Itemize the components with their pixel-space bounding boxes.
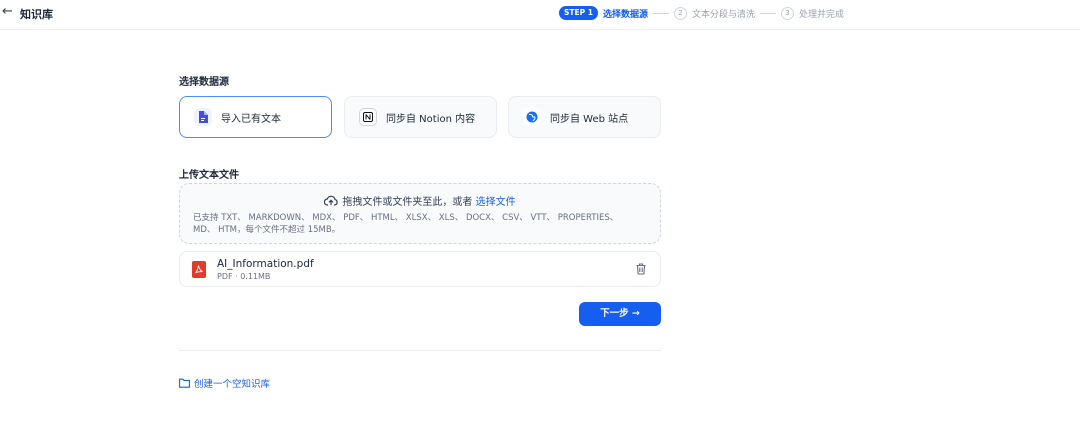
supported-formats-tip: 已支持 TXT、 MARKDOWN、 MDX、 PDF、 HTML、 XLSX、…: [193, 212, 653, 236]
uploaded-file-item[interactable]: AI_Information.pdf PDF · 0.11MB: [179, 251, 661, 287]
tip-line-2: MD、 HTM，每个文件不超过 15MB。: [193, 225, 341, 235]
globe-icon: [523, 108, 541, 126]
file-dropzone[interactable]: 拖拽文件或文件夹至此，或者 选择文件 已支持 TXT、 MARKDOWN、 MD…: [179, 183, 661, 244]
document-icon: [194, 108, 212, 126]
source-option-notion[interactable]: 同步自 Notion 内容: [344, 96, 497, 138]
step-2-label: 文本分段与清洗: [691, 9, 755, 20]
step-indicator: STEP 1 选择数据源 2 文本分段与清洗 3 处理并完成: [559, 5, 844, 21]
dropzone-text: 拖拽文件或文件夹至此，或者: [342, 197, 473, 208]
next-step-button[interactable]: 下一步 →: [579, 302, 661, 326]
step-3-label: 处理并完成: [799, 9, 845, 20]
upload-cloud-icon: [324, 195, 339, 206]
dropzone-prompt: 拖拽文件或文件夹至此，或者 选择文件: [180, 193, 660, 208]
source-option-label: 同步自 Notion 内容: [386, 113, 476, 125]
file-meta: PDF · 0.11MB: [217, 272, 271, 281]
trash-icon[interactable]: [634, 262, 648, 276]
folder-icon: [179, 378, 190, 388]
source-option-label: 导入已有文本: [221, 113, 281, 125]
step-divider: [760, 12, 776, 14]
top-bar: ← 知识库 STEP 1 选择数据源 2 文本分段与清洗 3 处理并完成: [0, 0, 1080, 30]
step-3-number: 3: [781, 6, 794, 20]
create-empty-knowledge-link[interactable]: 创建一个空知识库: [179, 376, 270, 390]
step-divider: [652, 12, 669, 14]
create-empty-label: 创建一个空知识库: [194, 379, 271, 390]
source-option-import-text[interactable]: 导入已有文本: [179, 96, 332, 138]
notion-icon: [359, 108, 377, 126]
select-file-link[interactable]: 选择文件: [476, 197, 516, 208]
step-1-label: 选择数据源: [602, 9, 648, 20]
divider: [179, 350, 661, 351]
step-2-number: 2: [673, 6, 687, 20]
file-name: AI_Information.pdf: [217, 258, 314, 270]
source-option-web[interactable]: 同步自 Web 站点: [508, 96, 661, 138]
pdf-file-icon: [192, 261, 206, 278]
step-1-badge: STEP 1: [559, 6, 598, 20]
back-arrow-icon[interactable]: ←: [2, 4, 13, 19]
page-title: 知识库: [20, 8, 53, 21]
source-section-title: 选择数据源: [179, 77, 229, 88]
upload-section-title: 上传文本文件: [179, 170, 239, 181]
tip-line-1: 已支持 TXT、 MARKDOWN、 MDX、 PDF、 HTML、 XLSX、…: [193, 213, 619, 223]
source-option-label: 同步自 Web 站点: [550, 113, 629, 125]
